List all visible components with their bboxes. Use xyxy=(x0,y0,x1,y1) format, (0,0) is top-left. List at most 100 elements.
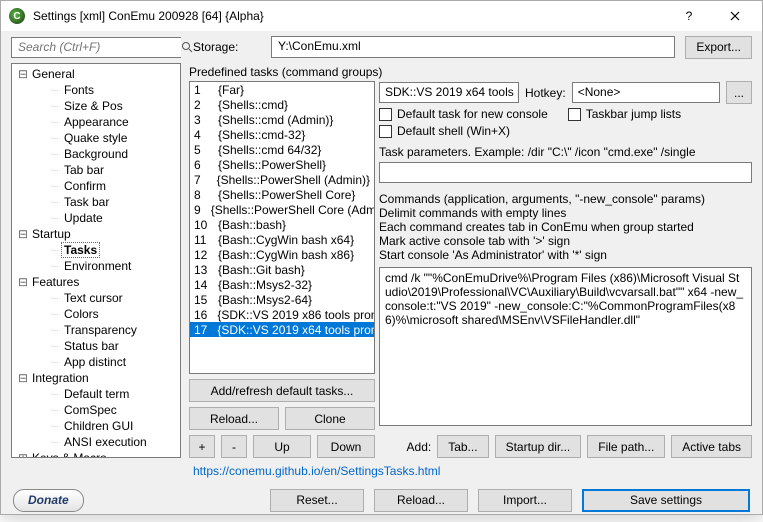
close-button[interactable] xyxy=(712,1,758,31)
remove-task-button[interactable]: - xyxy=(221,435,247,458)
tree-item-label: Default term xyxy=(62,387,131,401)
task-list-item[interactable]: 14{Bash::Msys2-32} xyxy=(190,277,374,292)
tree-item-label: Keys & Macro xyxy=(30,451,109,458)
task-list-item[interactable]: 17{SDK::VS 2019 x64 tools prompt} xyxy=(190,322,374,337)
tree-item[interactable]: ⋯Background xyxy=(12,146,180,162)
task-list-item[interactable]: 11{Bash::CygWin bash x64} xyxy=(190,232,374,247)
task-list-item[interactable]: 15{Bash::Msys2-64} xyxy=(190,292,374,307)
nav-tree[interactable]: ⊟General⋯Fonts⋯Size & Pos⋯Appearance⋯Qua… xyxy=(11,63,181,458)
save-settings-button[interactable]: Save settings xyxy=(582,489,750,512)
tree-item[interactable]: ⋯Appearance xyxy=(12,114,180,130)
collapse-icon[interactable]: ⊟ xyxy=(16,227,30,241)
taskbar-jump-check[interactable]: Taskbar jump lists xyxy=(568,107,681,121)
task-list-item[interactable]: 8{Shells::PowerShell Core} xyxy=(190,187,374,202)
checkbox-icon xyxy=(379,108,392,121)
tree-item[interactable]: ⋯Environment xyxy=(12,258,180,274)
checkbox-icon xyxy=(379,125,392,138)
tree-item[interactable]: ⋯Task bar xyxy=(12,194,180,210)
tree-item[interactable]: ⋯Transparency xyxy=(12,322,180,338)
tree-item[interactable]: ⋯Update xyxy=(12,210,180,226)
clone-button[interactable]: Clone xyxy=(285,407,375,430)
task-list-item[interactable]: 16{SDK::VS 2019 x86 tools prompt} xyxy=(190,307,374,322)
collapse-icon[interactable]: ⊟ xyxy=(16,371,30,385)
hotkey-input[interactable]: <None> xyxy=(572,82,720,103)
tree-item[interactable]: ⊟Features xyxy=(12,274,180,290)
tree-item[interactable]: ⋯Size & Pos xyxy=(12,98,180,114)
reload-button[interactable]: Reload... xyxy=(374,489,468,512)
help-link[interactable]: https://conemu.github.io/en/SettingsTask… xyxy=(1,458,762,478)
tree-item[interactable]: ⋯Quake style xyxy=(12,130,180,146)
window-title: Settings [xml] ConEmu 200928 [64] {Alpha… xyxy=(33,9,666,23)
default-shell-check[interactable]: Default shell (Win+X) xyxy=(379,124,510,138)
reload-tasks-button[interactable]: Reload... xyxy=(189,407,279,430)
export-button[interactable]: Export... xyxy=(685,36,752,59)
tree-item-label: Integration xyxy=(30,371,91,385)
reset-button[interactable]: Reset... xyxy=(270,489,364,512)
expand-icon[interactable]: ⊞ xyxy=(16,451,30,458)
tree-item-label: Tasks xyxy=(62,243,99,257)
add-label: Add: xyxy=(407,440,432,454)
tree-item[interactable]: ⋯Colors xyxy=(12,306,180,322)
tree-item[interactable]: ⊟Startup xyxy=(12,226,180,242)
hotkey-choose-button[interactable]: ... xyxy=(726,81,752,104)
tree-item[interactable]: ⋯Children GUI xyxy=(12,418,180,434)
tree-item-label: ComSpec xyxy=(62,403,119,417)
task-list-item[interactable]: 13{Bash::Git bash} xyxy=(190,262,374,277)
search-input[interactable] xyxy=(12,38,181,57)
tree-item[interactable]: ⊞Keys & Macro xyxy=(12,450,180,458)
tree-item[interactable]: ⋯Default term xyxy=(12,386,180,402)
file-path-button[interactable]: File path... xyxy=(587,435,665,458)
tree-item[interactable]: ⋯Text cursor xyxy=(12,290,180,306)
storage-row: Storage: Y:\ConEmu.xml Export... xyxy=(1,31,762,63)
tree-item[interactable]: ⋯Confirm xyxy=(12,178,180,194)
collapse-icon[interactable]: ⊟ xyxy=(16,67,30,81)
tree-item[interactable]: ⋯Status bar xyxy=(12,338,180,354)
task-list-item[interactable]: 7{Shells::PowerShell (Admin)} xyxy=(190,172,374,187)
task-list-item[interactable]: 2{Shells::cmd} xyxy=(190,97,374,112)
move-up-button[interactable]: Up xyxy=(253,435,311,458)
move-down-button[interactable]: Down xyxy=(317,435,375,458)
startup-dir-button[interactable]: Startup dir... xyxy=(495,435,582,458)
tree-item[interactable]: ⊟Integration xyxy=(12,370,180,386)
storage-label: Storage: xyxy=(191,40,261,54)
tree-item[interactable]: ⊟General xyxy=(12,66,180,82)
task-list-item[interactable]: 9{Shells::PowerShell Core (Admin)} xyxy=(190,202,374,217)
task-list-item[interactable]: 5{Shells::cmd 64/32} xyxy=(190,142,374,157)
tree-item-label: Children GUI xyxy=(62,419,135,433)
task-list-item[interactable]: 1{Far} xyxy=(190,82,374,97)
titlebar: C Settings [xml] ConEmu 200928 [64] {Alp… xyxy=(1,1,762,31)
storage-path[interactable]: Y:\ConEmu.xml xyxy=(271,36,675,58)
add-refresh-button[interactable]: Add/refresh default tasks... xyxy=(189,379,375,402)
tree-item-label: Fonts xyxy=(62,83,96,97)
add-tab-button[interactable]: Tab... xyxy=(437,435,488,458)
import-button[interactable]: Import... xyxy=(478,489,572,512)
active-tabs-button[interactable]: Active tabs xyxy=(671,435,752,458)
tree-item-label: General xyxy=(30,67,77,81)
task-params-input[interactable] xyxy=(379,162,752,183)
search-input-wrap[interactable] xyxy=(11,37,181,58)
commands-textarea[interactable]: cmd /k ""%ConEmuDrive%\Program Files (x8… xyxy=(379,267,752,426)
tree-item-label: Update xyxy=(62,211,105,225)
tree-item[interactable]: ⋯Tab bar xyxy=(12,162,180,178)
default-new-console-check[interactable]: Default task for new console xyxy=(379,107,548,121)
tree-item[interactable]: ⋯ComSpec xyxy=(12,402,180,418)
tree-item-label: Tab bar xyxy=(62,163,106,177)
task-name-input[interactable]: SDK::VS 2019 x64 tools prompt xyxy=(379,82,519,103)
task-list-item[interactable]: 6{Shells::PowerShell} xyxy=(190,157,374,172)
add-task-button[interactable]: + xyxy=(189,435,215,458)
tree-item[interactable]: ⋯App distinct xyxy=(12,354,180,370)
task-list-item[interactable]: 10{Bash::bash} xyxy=(190,217,374,232)
collapse-icon[interactable]: ⊟ xyxy=(16,275,30,289)
tree-item-label: Transparency xyxy=(62,323,139,337)
task-params-label: Task parameters. Example: /dir "C:\" /ic… xyxy=(379,145,752,159)
task-list-item[interactable]: 4{Shells::cmd-32} xyxy=(190,127,374,142)
task-list[interactable]: 1{Far}2{Shells::cmd}3{Shells::cmd (Admin… xyxy=(189,81,375,374)
tree-item[interactable]: ⋯ANSI execution xyxy=(12,434,180,450)
tree-item-label: Environment xyxy=(62,259,133,273)
help-button[interactable]: ? xyxy=(666,1,712,31)
task-list-item[interactable]: 3{Shells::cmd (Admin)} xyxy=(190,112,374,127)
tree-item[interactable]: ⋯Fonts xyxy=(12,82,180,98)
tree-item[interactable]: ⋯Tasks xyxy=(12,242,180,258)
task-list-item[interactable]: 12{Bash::CygWin bash x86} xyxy=(190,247,374,262)
donate-button[interactable]: Donate xyxy=(13,489,84,512)
